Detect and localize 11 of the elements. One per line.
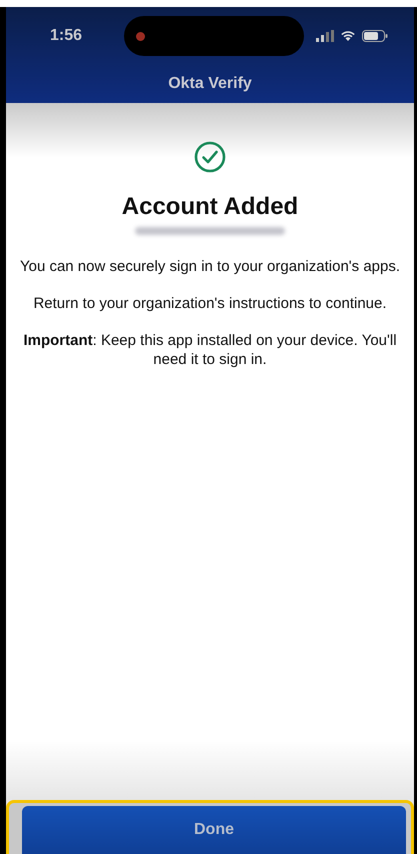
check-circle-icon (194, 141, 226, 173)
message-text: Important: Keep this app installed on your device. You'll need it to sign in. (22, 331, 398, 369)
status-time: 1:56 (50, 27, 84, 45)
app-title: Okta Verify (167, 75, 253, 93)
message-text: Return to your organization's instructions to continue. (32, 294, 388, 313)
done-button[interactable]: Done (22, 806, 406, 854)
success-title: Account Added (122, 193, 298, 221)
signal-icon (316, 30, 334, 42)
message-text: You can now securely sign in to your organization's apps. (18, 257, 402, 276)
wifi-icon (340, 30, 356, 42)
battery-icon (362, 30, 388, 42)
